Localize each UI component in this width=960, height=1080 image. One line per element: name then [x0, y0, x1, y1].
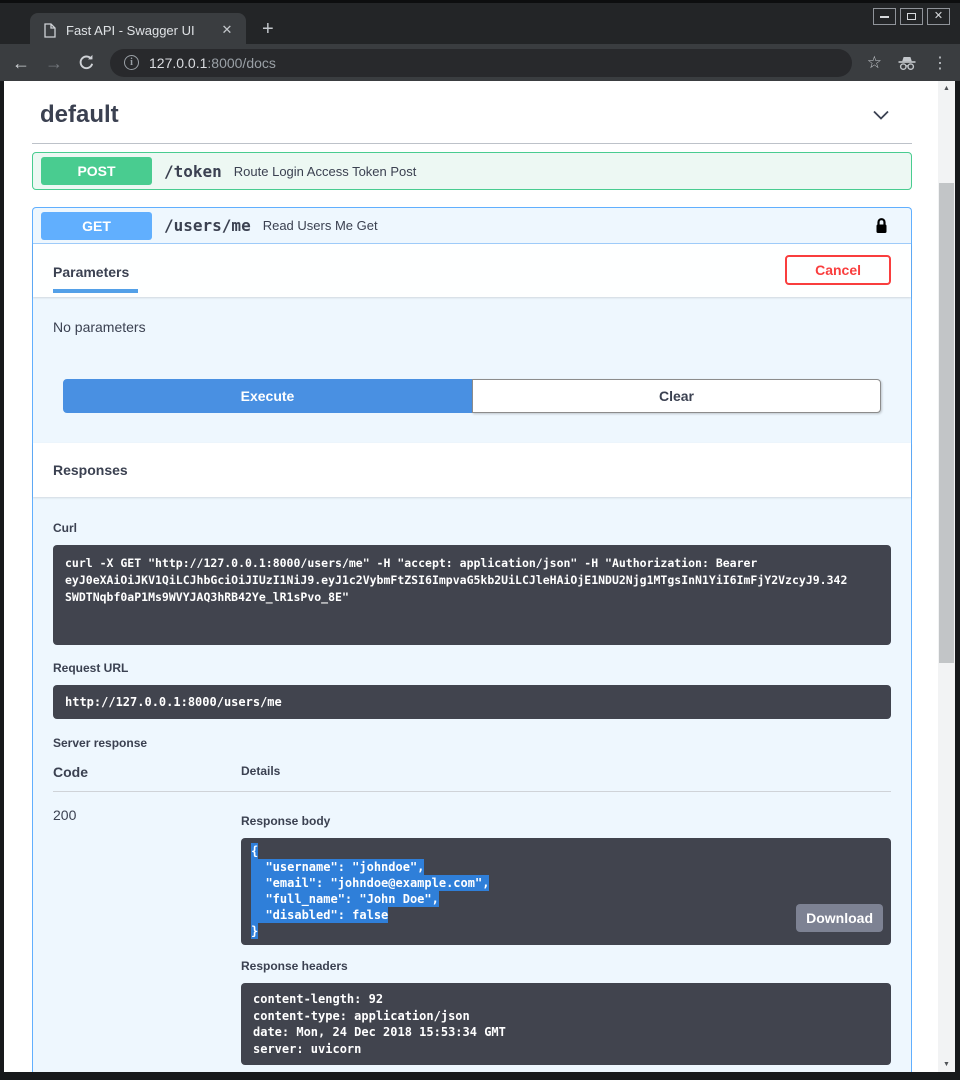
forward-icon[interactable]: → — [45, 54, 63, 72]
browser-titlebar: Fast API - Swagger UI ✕ + ✕ — [0, 0, 960, 44]
browser-window: Fast API - Swagger UI ✕ + ✕ ← → i 127.0.… — [0, 0, 960, 1080]
response-headers-label: Response headers — [241, 959, 891, 973]
swagger-page: default POST /token Route Login Access T… — [4, 81, 938, 1072]
curl-line: eyJ0eXAiOiJKV1QiLCJhbGciOiJIUzI1NiJ9.eyJ… — [65, 572, 879, 589]
minimize-icon — [880, 16, 889, 18]
url-text: 127.0.0.1:8000/docs — [149, 55, 276, 71]
browser-toolbar: ← → i 127.0.0.1:8000/docs ☆ ⋮ — [0, 44, 960, 81]
response-body-line: { — [251, 843, 258, 859]
response-header-line: date: Mon, 24 Dec 2018 15:53:34 GMT — [253, 1024, 879, 1041]
op-summary: Route Login Access Token Post — [234, 164, 417, 179]
execute-button[interactable]: Execute — [63, 379, 472, 413]
curl-line: curl -X GET "http://127.0.0.1:8000/users… — [65, 555, 879, 572]
curl-command-block[interactable]: curl -X GET "http://127.0.0.1:8000/users… — [53, 545, 891, 645]
menu-icon[interactable]: ⋮ — [932, 53, 948, 73]
new-tab-button[interactable]: + — [262, 19, 274, 39]
tag-title: default — [40, 101, 119, 129]
response-body-block[interactable]: { "username": "johndoe", "email": "johnd… — [241, 838, 891, 945]
maximize-icon — [907, 13, 916, 20]
code-column-header: Code — [53, 764, 241, 780]
opblock-summary[interactable]: GET /users/me Read Users Me Get — [33, 208, 911, 244]
server-response-table-header: Code Details — [53, 764, 891, 792]
response-body-line: "username": "johndoe", — [251, 859, 424, 875]
page-scrollbar[interactable]: ▲ ▼ — [938, 81, 955, 1072]
clear-button[interactable]: Clear — [472, 379, 881, 413]
scroll-down-icon[interactable]: ▼ — [938, 1057, 955, 1072]
request-url-label: Request URL — [53, 661, 891, 675]
method-badge-get: GET — [41, 212, 152, 240]
browser-tab[interactable]: Fast API - Swagger UI ✕ — [30, 13, 246, 47]
close-icon: ✕ — [934, 11, 943, 22]
status-code: 200 — [53, 807, 241, 1065]
parameters-header: Parameters Cancel — [33, 244, 911, 297]
tag-section-header[interactable]: default — [32, 97, 912, 144]
responses-section-header: Responses — [33, 443, 911, 497]
lock-icon — [874, 217, 889, 235]
document-icon — [44, 23, 56, 38]
opblock-post-token[interactable]: POST /token Route Login Access Token Pos… — [32, 152, 912, 190]
tab-close-icon[interactable]: ✕ — [218, 21, 236, 39]
opblock-summary[interactable]: POST /token Route Login Access Token Pos… — [33, 153, 911, 189]
back-icon[interactable]: ← — [12, 54, 30, 72]
curl-label: Curl — [53, 521, 891, 535]
incognito-icon — [897, 55, 917, 71]
response-body-line: "disabled": false — [251, 907, 388, 923]
op-summary: Read Users Me Get — [263, 218, 378, 233]
close-button[interactable]: ✕ — [927, 8, 950, 25]
scrollbar-thumb[interactable] — [939, 183, 954, 663]
op-path: /users/me — [164, 216, 251, 235]
server-response-row: 200 Response body { "username": "johndoe… — [53, 792, 891, 1065]
server-response-label: Server response — [53, 736, 891, 750]
tab-parameters[interactable]: Parameters — [53, 258, 138, 293]
response-body-line: } — [251, 923, 258, 939]
details-column-header: Details — [241, 764, 891, 780]
url-bar[interactable]: i 127.0.0.1:8000/docs — [110, 49, 852, 77]
response-header-line: content-length: 92 — [253, 991, 879, 1008]
response-body-line: "email": "johndoe@example.com", — [251, 875, 489, 891]
response-header-line: content-type: application/json — [253, 1008, 879, 1025]
info-icon[interactable]: i — [124, 55, 139, 70]
response-body-label: Response body — [241, 814, 891, 828]
cancel-button[interactable]: Cancel — [785, 255, 891, 285]
response-headers-block[interactable]: content-length: 92 content-type: applica… — [241, 983, 891, 1065]
curl-line: SWDTNqbf0aP1Ms9WVYJAQ3hRB42Ye_lR1sPvo_8E… — [65, 589, 879, 606]
request-url-block[interactable]: http://127.0.0.1:8000/users/me — [53, 685, 891, 719]
reload-icon[interactable] — [78, 54, 95, 71]
bookmark-star-icon[interactable]: ☆ — [867, 53, 882, 73]
maximize-button[interactable] — [900, 8, 923, 25]
download-button[interactable]: Download — [796, 904, 883, 932]
op-path: /token — [164, 162, 222, 181]
minimize-button[interactable] — [873, 8, 896, 25]
method-badge-post: POST — [41, 157, 152, 185]
chevron-down-icon[interactable] — [872, 110, 890, 121]
opblock-get-users-me: GET /users/me Read Users Me Get Paramete… — [32, 207, 912, 1072]
auth-lock-button[interactable] — [874, 217, 889, 235]
tab-title: Fast API - Swagger UI — [66, 23, 218, 38]
response-body-line: "full_name": "John Doe", — [251, 891, 439, 907]
response-header-line: server: uvicorn — [253, 1041, 879, 1058]
no-parameters-text: No parameters — [33, 297, 911, 335]
scroll-up-icon[interactable]: ▲ — [938, 81, 955, 96]
